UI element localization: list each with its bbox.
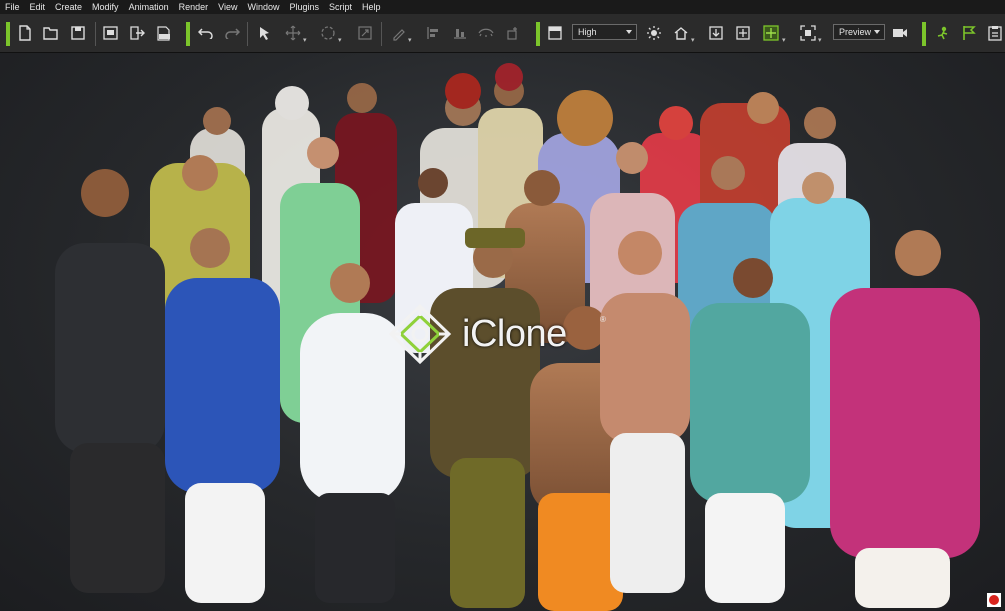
grid-dropdown-caret[interactable]: ▾ (782, 36, 786, 44)
menu-animation[interactable]: Animation (124, 0, 174, 14)
export-frame-icon[interactable] (100, 23, 120, 43)
menu-modify[interactable]: Modify (87, 0, 124, 14)
align-left-icon[interactable] (423, 23, 443, 43)
open-folder-icon[interactable] (41, 23, 61, 43)
zoom-extents-icon[interactable] (733, 23, 753, 43)
snap-dropdown-caret[interactable]: ▾ (408, 36, 412, 44)
clipboard-icon[interactable] (985, 23, 1005, 43)
iclone-logo-text: iClone (462, 313, 567, 355)
render-quality-value: High (578, 27, 597, 37)
undo-icon[interactable] (196, 23, 216, 43)
align-bottom-icon[interactable] (450, 23, 470, 43)
redo-icon[interactable] (222, 23, 242, 43)
menu-script[interactable]: Script (324, 0, 357, 14)
toolbar-divider (95, 22, 96, 46)
preview-mode-select[interactable]: Preview (833, 24, 885, 40)
main-toolbar: ▾ ▾ ▾ High ▾ ▾ ▾ Preview (0, 14, 1005, 53)
export-icon[interactable] (127, 23, 147, 43)
toolbar-separator (536, 22, 540, 46)
menu-view[interactable]: View (213, 0, 242, 14)
new-project-icon[interactable] (15, 23, 35, 43)
select-arrow-icon[interactable] (255, 23, 275, 43)
menu-create[interactable]: Create (50, 0, 87, 14)
frame-selected-icon[interactable] (798, 23, 818, 43)
link-icon[interactable] (476, 23, 496, 43)
toolbar-divider (247, 22, 248, 46)
menu-file[interactable]: File (0, 0, 25, 14)
usd-export-icon[interactable] (154, 23, 174, 43)
chevron-down-icon (626, 30, 632, 34)
registered-mark: ® (600, 315, 606, 324)
grid-toggle-icon[interactable] (761, 23, 781, 43)
snap-icon[interactable] (389, 23, 409, 43)
scale-icon[interactable] (355, 23, 375, 43)
menu-render[interactable]: Render (174, 0, 214, 14)
move-icon[interactable] (283, 23, 303, 43)
toolbar-separator (922, 22, 926, 46)
menu-help[interactable]: Help (357, 0, 386, 14)
motion-puppet-icon[interactable] (932, 23, 952, 43)
render-quality-select[interactable]: High (572, 24, 637, 40)
menu-edit[interactable]: Edit (25, 0, 51, 14)
rotate-icon[interactable] (318, 23, 338, 43)
menu-plugins[interactable]: Plugins (285, 0, 325, 14)
toolbar-separator (6, 22, 10, 46)
menu-bar: File Edit Create Modify Animation Render… (0, 0, 1005, 14)
video-camera-icon[interactable] (890, 23, 910, 43)
viewport-corner-icon (987, 593, 1001, 607)
toolbar-separator (186, 22, 190, 46)
viewport-layout-icon[interactable] (545, 23, 565, 43)
save-icon[interactable] (68, 23, 88, 43)
attach-icon[interactable] (503, 23, 523, 43)
flag-icon[interactable] (959, 23, 979, 43)
toolbar-divider (381, 22, 382, 46)
home-dropdown-caret[interactable]: ▾ (691, 36, 695, 44)
home-camera-icon[interactable] (671, 23, 691, 43)
chevron-down-icon (874, 30, 880, 34)
download-icon[interactable] (706, 23, 726, 43)
iclone-logo: iClone ® (388, 303, 608, 365)
sun-light-icon[interactable] (644, 23, 664, 43)
iclone-logo-mark-icon (388, 303, 452, 365)
3d-viewport[interactable]: iClone ® (0, 53, 1005, 611)
move-dropdown-caret[interactable]: ▾ (303, 36, 307, 44)
menu-window[interactable]: Window (242, 0, 284, 14)
rotate-dropdown-caret[interactable]: ▾ (338, 36, 342, 44)
preview-mode-value: Preview (839, 27, 872, 37)
frame-dropdown-caret[interactable]: ▾ (818, 36, 822, 44)
